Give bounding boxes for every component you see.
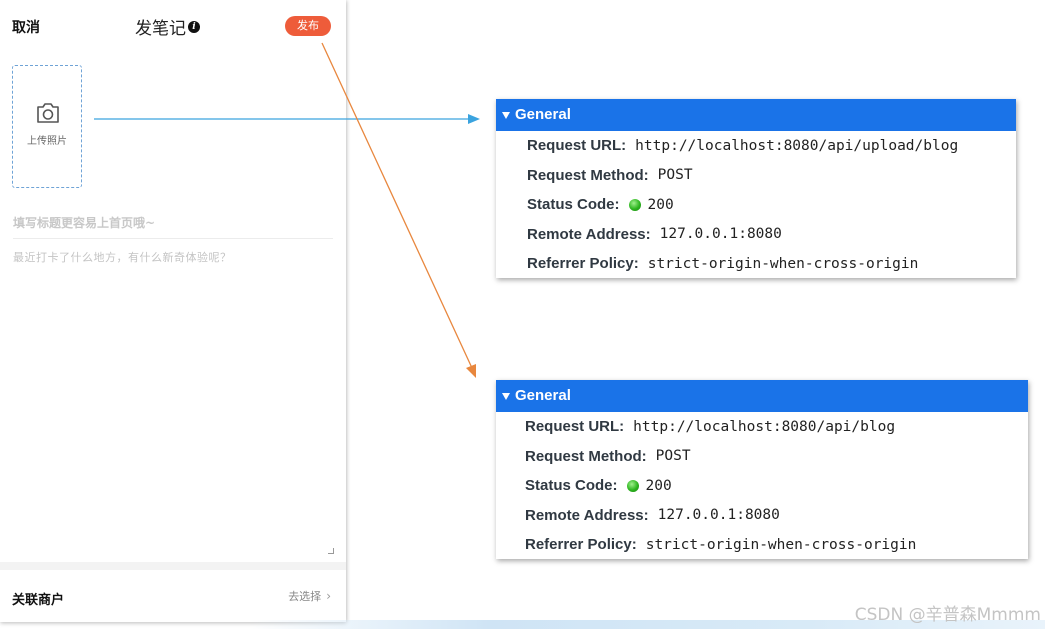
request-method-value: POST <box>657 167 693 184</box>
general-section-title: General <box>515 387 571 404</box>
general-section-title: General <box>515 106 571 123</box>
watermark: CSDN @辛普森Mmmm <box>854 605 1041 625</box>
upload-photo-button[interactable]: 上传照片 <box>12 65 82 188</box>
triangle-down-icon <box>502 393 510 400</box>
request-url-key: Request URL: <box>525 418 625 436</box>
camera-icon <box>37 103 59 123</box>
referrer-policy-value: strict-origin-when-cross-origin <box>645 536 917 553</box>
link-merchant-row[interactable]: 关联商户 去选择 › <box>0 570 346 622</box>
request-method-row: Request Method: POST <box>496 442 1028 472</box>
request-url-value: http://localhost:8080/api/upload/blog <box>635 137 959 154</box>
status-ok-icon <box>628 198 641 211</box>
status-code-row: Status Code: 200 <box>496 471 1028 501</box>
content-placeholder: 最近打卡了什么地方，有什么新奇体验呢？ <box>13 251 232 264</box>
request-method-key: Request Method: <box>525 447 647 465</box>
request-url-key: Request URL: <box>527 137 627 155</box>
section-divider <box>0 562 346 570</box>
choose-merchant-link[interactable]: 去选择 › <box>288 588 331 604</box>
referrer-policy-row: Referrer Policy: strict-origin-when-cros… <box>496 530 1028 560</box>
status-ok-icon <box>626 479 639 492</box>
content-textarea[interactable]: 最近打卡了什么地方，有什么新奇体验呢？ <box>13 249 335 555</box>
request-method-key: Request Method: <box>527 166 649 184</box>
referrer-policy-value: strict-origin-when-cross-origin <box>647 255 919 272</box>
publish-button[interactable]: 发布 <box>285 16 331 36</box>
request-method-value: POST <box>655 448 691 465</box>
network-general-panel-blog: General Request URL: http://localhost:80… <box>496 380 1028 559</box>
remote-address-value: 127.0.0.1:8080 <box>657 507 780 524</box>
page-title-text: 发笔记 <box>135 19 186 39</box>
cancel-button[interactable]: 取消 <box>12 17 40 37</box>
status-code-row: Status Code: 200 <box>496 190 1016 220</box>
general-section-header[interactable]: General <box>496 99 1016 131</box>
request-url-row: Request URL: http://localhost:8080/api/b… <box>496 412 1028 442</box>
referrer-policy-key: Referrer Policy: <box>527 255 639 273</box>
referrer-policy-key: Referrer Policy: <box>525 536 637 554</box>
general-section-header[interactable]: General <box>496 380 1028 412</box>
note-editor-panel: 取消 发笔记 i 发布 上传照片 填写标题更容易上首页哦~ 最近打卡了什么地方，… <box>0 0 346 622</box>
remote-address-row: Remote Address: 127.0.0.1:8080 <box>496 501 1028 531</box>
chevron-right-icon: › <box>326 589 331 603</box>
request-url-value: http://localhost:8080/api/blog <box>633 418 896 435</box>
remote-address-value: 127.0.0.1:8080 <box>659 226 782 243</box>
triangle-down-icon <box>502 112 510 119</box>
status-code-key: Status Code: <box>525 477 618 495</box>
remote-address-key: Remote Address: <box>525 506 649 524</box>
resize-grip-icon[interactable] <box>328 548 334 554</box>
upload-photo-label: 上传照片 <box>27 136 67 147</box>
merchant-label: 关联商户 <box>12 593 65 608</box>
editor-header: 取消 发笔记 i 发布 <box>0 0 346 52</box>
title-input[interactable]: 填写标题更容易上首页哦~ <box>13 212 333 239</box>
request-url-row: Request URL: http://localhost:8080/api/u… <box>496 131 1016 161</box>
page-title: 发笔记 i <box>135 14 200 39</box>
info-icon[interactable]: i <box>188 20 200 33</box>
remote-address-row: Remote Address: 127.0.0.1:8080 <box>496 220 1016 250</box>
referrer-policy-row: Referrer Policy: strict-origin-when-cros… <box>496 249 1016 279</box>
status-code-value: 200 <box>647 196 674 213</box>
network-general-panel-upload: General Request URL: http://localhost:80… <box>496 99 1016 278</box>
status-code-key: Status Code: <box>527 196 620 214</box>
request-method-row: Request Method: POST <box>496 161 1016 191</box>
remote-address-key: Remote Address: <box>527 225 651 243</box>
status-code-value: 200 <box>645 477 672 494</box>
choose-merchant-label: 去选择 <box>288 590 322 603</box>
